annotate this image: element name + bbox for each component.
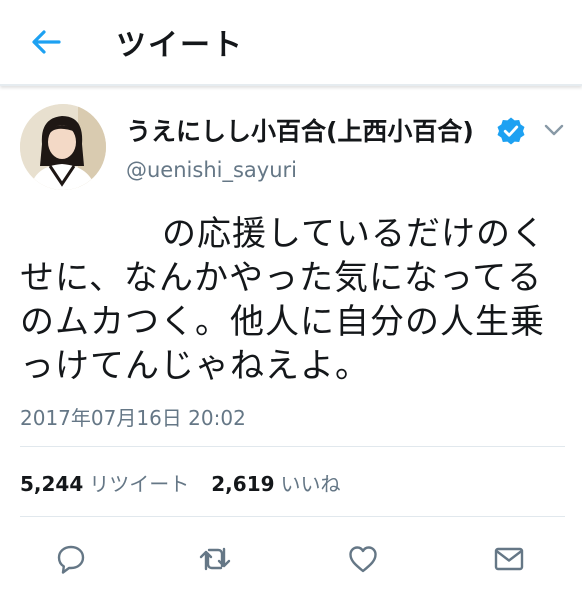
tweet-timestamp: 2017年07月16日 20:02 bbox=[20, 406, 246, 430]
divider bbox=[20, 446, 565, 447]
like-stat[interactable]: 2,619 いいね bbox=[211, 472, 340, 496]
heart-icon bbox=[349, 546, 377, 573]
tweet-line-text: の応援しているだけのく bbox=[162, 214, 546, 254]
top-bar: ツイート bbox=[0, 0, 582, 86]
retweet-count: 5,244 bbox=[20, 472, 84, 496]
like-count: 2,619 bbox=[211, 472, 275, 496]
page-title: ツイート bbox=[116, 28, 244, 63]
retweet-stat[interactable]: 5,244 リツイート bbox=[20, 472, 189, 496]
author-display-name[interactable]: うえにしし小百合(上西小百合) bbox=[126, 112, 474, 148]
like-label: いいね bbox=[280, 472, 341, 496]
verified-badge-icon bbox=[497, 117, 525, 145]
direct-message-button[interactable] bbox=[486, 536, 532, 582]
back-button[interactable] bbox=[26, 24, 66, 60]
arrow-left-icon bbox=[32, 30, 61, 54]
tweet-line: せに、なんかやった気になってる bbox=[20, 258, 543, 298]
chevron-down-icon[interactable] bbox=[542, 120, 566, 140]
retweet-icon bbox=[199, 547, 231, 571]
reply-button[interactable] bbox=[48, 536, 94, 582]
tweet-text: の応援しているだけのく せに、なんかやった気になってる のムカつく。他人に自分の… bbox=[20, 212, 565, 388]
envelope-icon bbox=[494, 547, 524, 571]
avatar-photo bbox=[20, 104, 106, 190]
engagement-stats: 5,244 リツイート 2,619 いいね bbox=[20, 468, 341, 497]
author-handle[interactable]: @uenishi_sayuri bbox=[126, 158, 297, 182]
tweet-line: っけてんじゃねえよ。 bbox=[20, 346, 370, 386]
divider bbox=[20, 516, 565, 517]
tweet-line: のムカつく。他人に自分の人生乗 bbox=[20, 302, 545, 342]
like-button[interactable] bbox=[340, 536, 386, 582]
tweet-line: の応援しているだけのく bbox=[20, 212, 565, 256]
tweet-actions bbox=[0, 536, 582, 582]
retweet-button[interactable] bbox=[192, 536, 238, 582]
avatar[interactable] bbox=[20, 104, 106, 190]
retweet-label: リツイート bbox=[89, 472, 190, 496]
reply-icon bbox=[57, 545, 85, 574]
